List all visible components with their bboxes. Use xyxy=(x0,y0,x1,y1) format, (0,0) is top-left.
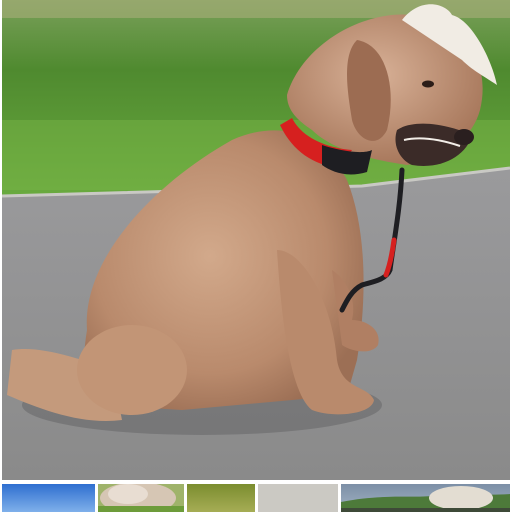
dog-photo-image xyxy=(2,0,510,480)
thumbnail-4-image xyxy=(258,484,338,512)
main-photo xyxy=(2,0,510,480)
thumbnail-1[interactable] xyxy=(2,484,95,512)
thumbnail-strip xyxy=(0,484,512,512)
thumbnail-3[interactable] xyxy=(187,484,255,512)
thumbnail-2[interactable] xyxy=(98,484,184,512)
thumbnail-2-image xyxy=(98,484,184,512)
thumbnail-3-image xyxy=(187,484,255,512)
thumbnail-4[interactable] xyxy=(258,484,338,512)
thumbnail-5[interactable] xyxy=(341,484,510,512)
thumbnail-5-image xyxy=(341,484,510,512)
image-viewer xyxy=(0,0,512,512)
thumbnail-1-image xyxy=(2,484,95,512)
